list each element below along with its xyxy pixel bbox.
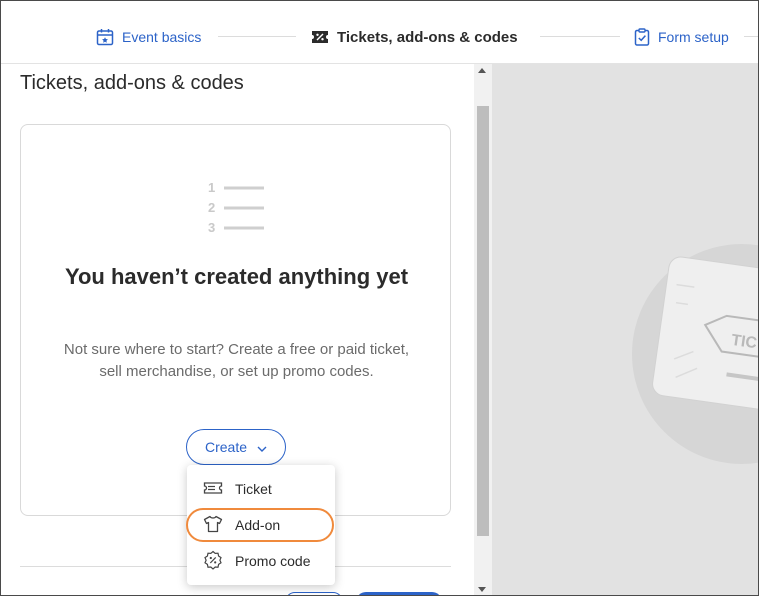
ticket-illustration: TIC <box>652 256 759 414</box>
menu-item-label: Promo code <box>235 553 311 569</box>
step-connector <box>540 36 620 37</box>
step-connector <box>744 36 759 37</box>
chevron-down-icon <box>257 439 267 455</box>
empty-state-card: 1 2 3 You haven’t created anything yet N… <box>20 124 451 516</box>
menu-item-promo-code[interactable]: Promo code <box>187 544 335 578</box>
illustration-number: 2 <box>208 200 215 215</box>
step-form-setup[interactable]: Form setup <box>634 26 729 48</box>
step-label: Event basics <box>122 29 202 45</box>
menu-item-label: Add-on <box>235 517 281 533</box>
step-label: Form setup <box>658 29 729 45</box>
illustration-number: 1 <box>208 181 215 195</box>
numbered-list-illustration: 1 2 3 <box>206 180 286 246</box>
panel-scrollbar[interactable] <box>474 64 492 596</box>
promo-badge-icon <box>203 550 223 573</box>
primary-action-button[interactable] <box>356 592 442 596</box>
progress-stepper: Event basics Tickets, add-ons & codes Fo… <box>0 0 759 64</box>
scroll-down-arrow-icon[interactable] <box>478 587 486 592</box>
secondary-action-button[interactable] <box>285 592 343 596</box>
ticket-preview-pane: TIC <box>492 64 759 596</box>
scroll-up-arrow-icon[interactable] <box>478 68 486 73</box>
clipboard-check-icon <box>634 28 650 46</box>
step-tickets-addons-codes[interactable]: Tickets, add-ons & codes <box>311 26 518 48</box>
step-label: Tickets, add-ons & codes <box>337 28 518 46</box>
illustration-number: 3 <box>208 220 215 235</box>
menu-item-ticket[interactable]: Ticket <box>187 472 335 506</box>
create-dropdown-menu: Ticket Add-on Promo code <box>187 465 335 585</box>
empty-state-description: Not sure where to start? Create a free o… <box>63 341 410 380</box>
step-connector <box>218 36 296 37</box>
tshirt-icon <box>203 515 223 536</box>
ticket-text: TIC <box>730 332 758 352</box>
step-event-basics[interactable]: Event basics <box>96 26 201 48</box>
menu-item-add-on[interactable]: Add-on <box>187 508 335 542</box>
page-title: Tickets, add-ons & codes <box>20 72 244 94</box>
empty-state-heading: You haven’t created anything yet <box>64 264 409 289</box>
scrollbar-thumb[interactable] <box>477 106 489 536</box>
calendar-icon <box>96 28 114 46</box>
menu-item-label: Ticket <box>235 481 272 497</box>
ticket-icon <box>203 480 223 499</box>
create-button-label: Create <box>204 439 248 455</box>
create-button[interactable]: Create <box>186 429 286 465</box>
ticket-percent-icon <box>311 30 329 44</box>
